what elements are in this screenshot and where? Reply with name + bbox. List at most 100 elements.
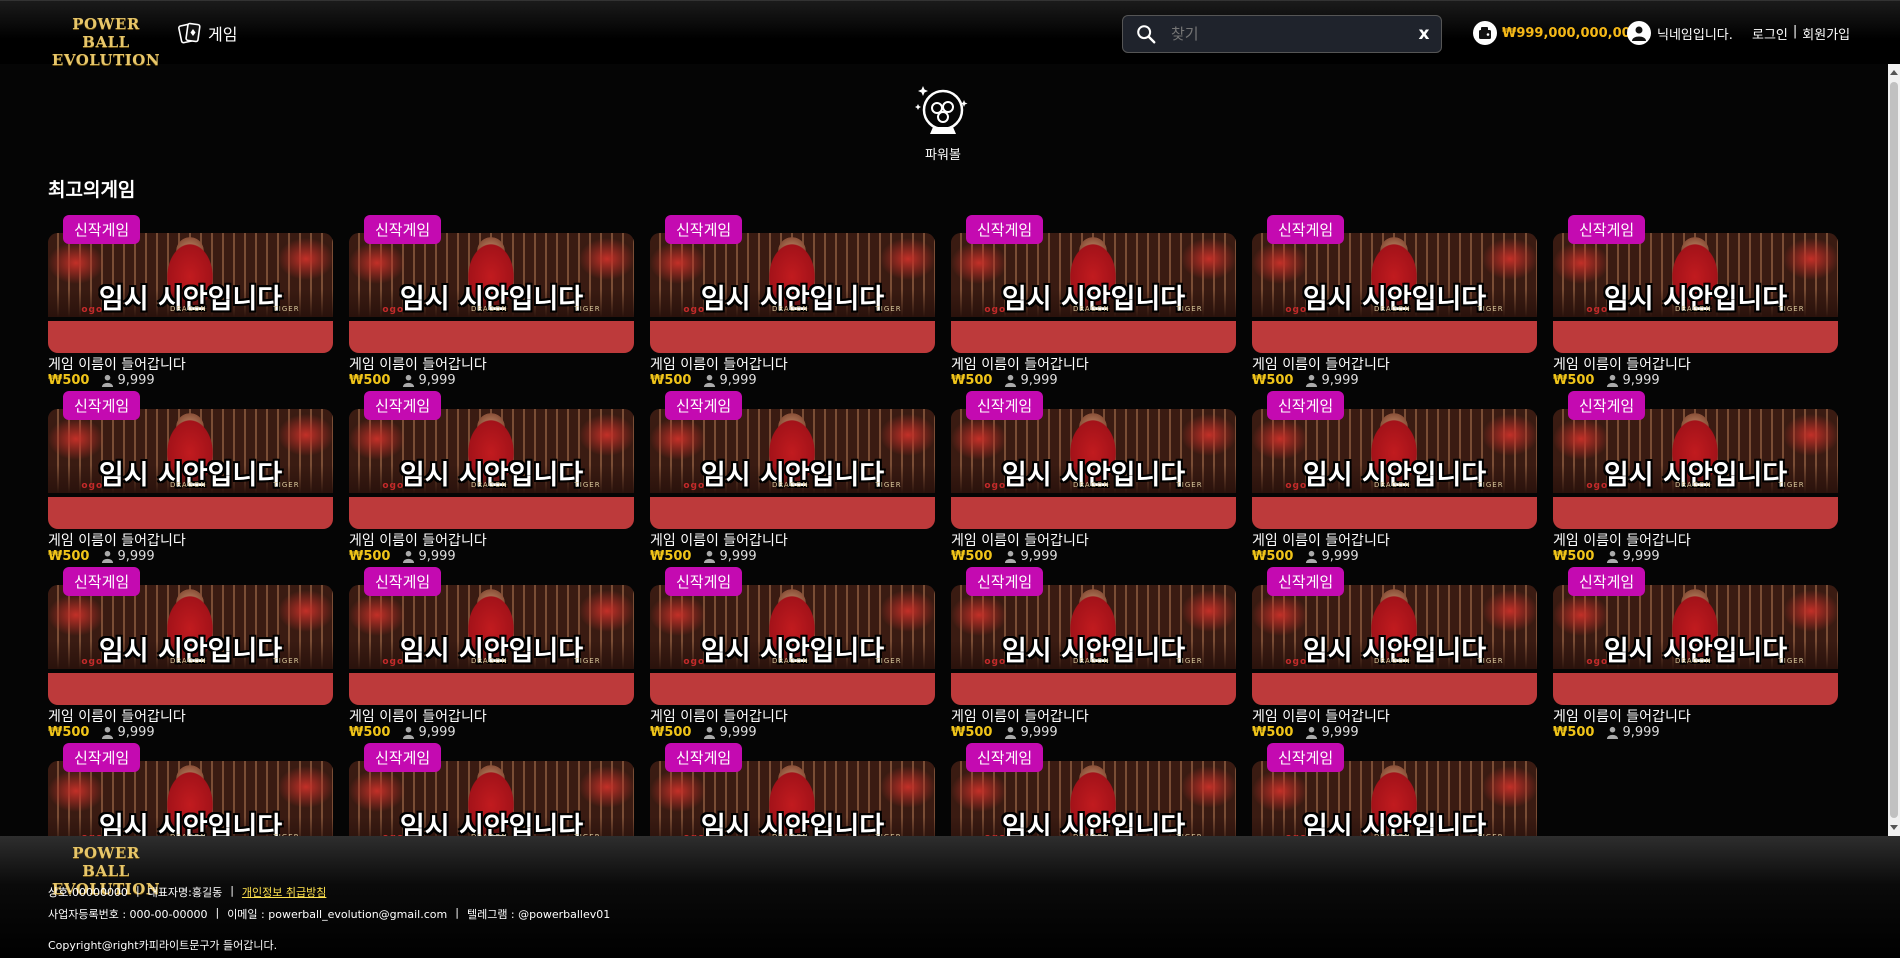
game-card[interactable]: 신작게임 임시 시안입니다 ogo DRAGON TIGER 게임 이름이 들어… xyxy=(48,567,333,740)
game-card[interactable]: 신작게임 임시 시안입니다 ogo DRAGON TIGER 게임 이름이 들어… xyxy=(1553,391,1838,564)
game-name[interactable]: 게임 이름이 들어갑니다 xyxy=(48,706,186,726)
footer-logo-line-1: POWER BALL xyxy=(72,844,140,880)
game-thumbnail[interactable]: 임시 시안입니다 ogo DRAGON TIGER xyxy=(48,233,333,353)
game-name[interactable]: 게임 이름이 들어갑니다 xyxy=(951,530,1089,550)
auth-links: 로그인 | 회원가입 xyxy=(1752,24,1850,43)
game-card[interactable]: 신작게임 임시 시안입니다 ogo DRAGON TIGER 게임 이름이 들어… xyxy=(349,391,634,564)
game-thumbnail[interactable]: 임시 시안입니다 ogo DRAGON TIGER xyxy=(48,761,333,836)
game-thumbnail[interactable]: 임시 시안입니다 ogo DRAGON TIGER xyxy=(650,761,935,836)
game-card[interactable]: 신작게임 임시 시안입니다 ogo DRAGON TIGER 게임 이름이 들어… xyxy=(349,567,634,740)
powerball-category[interactable]: 파워볼 xyxy=(912,80,974,163)
game-name[interactable]: 게임 이름이 들어갑니다 xyxy=(1553,706,1691,726)
user-profile[interactable]: 닉네임입니다. xyxy=(1627,21,1733,45)
game-thumbnail[interactable]: 임시 시안입니다 ogo DRAGON TIGER xyxy=(1252,585,1537,705)
thumbnail-caption: ogo DRAGON TIGER xyxy=(650,657,935,667)
game-card[interactable]: 신작게임 임시 시안입니다 ogo DRAGON TIGER 게임 이름이 들어… xyxy=(48,743,333,836)
game-name[interactable]: 게임 이름이 들어갑니다 xyxy=(349,530,487,550)
thumbnail-caption-mid1: DRAGON xyxy=(470,305,508,313)
search-clear-button[interactable]: x xyxy=(1407,24,1441,44)
scroll-down-arrow-icon[interactable] xyxy=(1890,825,1898,830)
search-input[interactable] xyxy=(1171,25,1407,43)
game-name[interactable]: 게임 이름이 들어갑니다 xyxy=(1252,530,1390,550)
game-thumbnail[interactable]: 임시 시안입니다 ogo DRAGON TIGER xyxy=(951,409,1236,529)
game-thumbnail[interactable]: 임시 시안입니다 ogo DRAGON TIGER xyxy=(349,761,634,836)
game-card[interactable]: 신작게임 임시 시안입니다 ogo DRAGON TIGER 게임 이름이 들어… xyxy=(650,743,935,836)
thumbnail-red-bar xyxy=(650,321,935,353)
game-name[interactable]: 게임 이름이 들어갑니다 xyxy=(349,706,487,726)
game-name[interactable]: 게임 이름이 들어갑니다 xyxy=(1553,354,1691,374)
game-name[interactable]: 게임 이름이 들어갑니다 xyxy=(349,354,487,374)
scroll-up-arrow-icon[interactable] xyxy=(1890,70,1898,75)
game-card[interactable]: 신작게임 임시 시안입니다 ogo DRAGON TIGER 게임 이름이 들어… xyxy=(951,215,1236,388)
game-name[interactable]: 게임 이름이 들어갑니다 xyxy=(650,530,788,550)
game-price: ₩500 xyxy=(349,373,391,388)
game-thumbnail[interactable]: 임시 시안입니다 ogo DRAGON TIGER xyxy=(1553,409,1838,529)
game-price: ₩500 xyxy=(951,549,993,564)
game-meta: ₩500 9,999 xyxy=(349,549,456,564)
page-scrollbar[interactable] xyxy=(1888,64,1900,836)
game-thumbnail[interactable]: 임시 시안입니다 ogo DRAGON TIGER xyxy=(349,585,634,705)
games-scroll-area[interactable]: 신작게임 임시 시안입니다 ogo DRAGON TIGER 게임 이름이 들어… xyxy=(0,215,1900,836)
nav-games[interactable]: 게임 xyxy=(178,21,237,45)
game-thumbnail[interactable]: 임시 시안입니다 ogo DRAGON TIGER xyxy=(48,585,333,705)
thumbnail-caption-mid2: TIGER xyxy=(274,833,300,836)
game-card[interactable]: 신작게임 임시 시안입니다 ogo DRAGON TIGER 게임 이름이 들어… xyxy=(1553,567,1838,740)
game-name[interactable]: 게임 이름이 들어갑니다 xyxy=(1252,706,1390,726)
game-card[interactable]: 신작게임 임시 시안입니다 ogo DRAGON TIGER 게임 이름이 들어… xyxy=(349,743,634,836)
game-thumbnail[interactable]: 임시 시안입니다 ogo DRAGON TIGER xyxy=(1252,233,1537,353)
game-thumbnail[interactable]: 임시 시안입니다 ogo DRAGON TIGER xyxy=(951,761,1236,836)
game-thumbnail[interactable]: 임시 시안입니다 ogo DRAGON TIGER xyxy=(349,409,634,529)
game-card[interactable]: 신작게임 임시 시안입니다 ogo DRAGON TIGER 게임 이름이 들어… xyxy=(1252,215,1537,388)
login-link[interactable]: 로그인 xyxy=(1752,24,1788,43)
new-game-badge: 신작게임 xyxy=(966,743,1044,772)
thumbnail-caption: ogo DRAGON TIGER xyxy=(1553,481,1838,491)
wallet-balance[interactable]: ₩999,000,000,000 xyxy=(1473,21,1640,45)
thumbnail-caption-mid2: TIGER xyxy=(574,481,601,489)
scrollbar-thumb[interactable] xyxy=(1890,82,1898,818)
game-card[interactable]: 신작게임 임시 시안입니다 ogo DRAGON TIGER 게임 이름이 들어… xyxy=(650,215,935,388)
game-card[interactable]: 신작게임 임시 시안입니다 ogo DRAGON TIGER 게임 이름이 들어… xyxy=(349,215,634,388)
game-card[interactable]: 신작게임 임시 시안입니다 ogo DRAGON TIGER 게임 이름이 들어… xyxy=(48,391,333,564)
footer-email: 이메일 : powerball_evolution@gmail.com xyxy=(227,908,448,921)
game-thumbnail[interactable]: 임시 시안입니다 ogo DRAGON TIGER xyxy=(650,409,935,529)
thumbnail-caption-mid2: TIGER xyxy=(1477,305,1504,313)
game-name[interactable]: 게임 이름이 들어갑니다 xyxy=(650,706,788,726)
site-logo[interactable]: POWER BALL EVOLUTION xyxy=(46,15,166,69)
game-card[interactable]: 신작게임 임시 시안입니다 ogo DRAGON TIGER 게임 이름이 들어… xyxy=(1252,567,1537,740)
signup-link[interactable]: 회원가입 xyxy=(1802,24,1850,43)
privacy-policy-link[interactable]: 개인정보 취급방침 xyxy=(242,884,326,900)
game-card[interactable]: 신작게임 임시 시안입니다 ogo DRAGON TIGER 게임 이름이 들어… xyxy=(951,743,1236,836)
game-thumbnail[interactable]: 임시 시안입니다 ogo DRAGON TIGER xyxy=(650,585,935,705)
game-card[interactable]: 신작게임 임시 시안입니다 ogo DRAGON TIGER 게임 이름이 들어… xyxy=(650,567,935,740)
game-name[interactable]: 게임 이름이 들어갑니다 xyxy=(1553,530,1691,550)
thumbnail-caption-mid1: DRAGON xyxy=(170,833,207,836)
game-thumbnail[interactable]: 임시 시안입니다 ogo DRAGON TIGER xyxy=(48,409,333,529)
game-thumbnail[interactable]: 임시 시안입니다 ogo DRAGON TIGER xyxy=(951,585,1236,705)
search-icon[interactable] xyxy=(1135,23,1157,45)
game-card[interactable]: 신작게임 임시 시안입니다 ogo DRAGON TIGER 게임 이름이 들어… xyxy=(951,391,1236,564)
game-thumbnail[interactable]: 임시 시안입니다 ogo DRAGON TIGER xyxy=(1553,585,1838,705)
game-price: ₩500 xyxy=(650,549,692,564)
game-name[interactable]: 게임 이름이 들어갑니다 xyxy=(48,354,186,374)
game-card[interactable]: 신작게임 임시 시안입니다 ogo DRAGON TIGER 게임 이름이 들어… xyxy=(1553,215,1838,388)
game-name[interactable]: 게임 이름이 들어갑니다 xyxy=(951,706,1089,726)
game-card[interactable]: 신작게임 임시 시안입니다 ogo DRAGON TIGER 게임 이름이 들어… xyxy=(650,391,935,564)
game-thumbnail[interactable]: 임시 시안입니다 ogo DRAGON TIGER xyxy=(951,233,1236,353)
game-thumbnail[interactable]: 임시 시안입니다 ogo DRAGON TIGER xyxy=(1252,409,1537,529)
game-thumbnail[interactable]: 임시 시안입니다 ogo DRAGON TIGER xyxy=(349,233,634,353)
game-thumbnail[interactable]: 임시 시안입니다 ogo DRAGON TIGER xyxy=(1553,233,1838,353)
thumbnail-caption-mid2: TIGER xyxy=(1478,833,1504,836)
game-card[interactable]: 신작게임 임시 시안입니다 ogo DRAGON TIGER 게임 이름이 들어… xyxy=(1252,743,1537,836)
game-card[interactable]: 신작게임 임시 시안입니다 ogo DRAGON TIGER 게임 이름이 들어… xyxy=(1252,391,1537,564)
thumbnail-caption-left: ogo xyxy=(382,833,404,836)
game-card[interactable]: 신작게임 임시 시안입니다 ogo DRAGON TIGER 게임 이름이 들어… xyxy=(951,567,1236,740)
thumbnail-caption-mid2: TIGER xyxy=(1176,481,1203,489)
game-card[interactable]: 신작게임 임시 시안입니다 ogo DRAGON TIGER 게임 이름이 들어… xyxy=(48,215,333,388)
game-thumbnail[interactable]: 임시 시안입니다 ogo DRAGON TIGER xyxy=(1252,761,1537,836)
game-name[interactable]: 게임 이름이 들어갑니다 xyxy=(951,354,1089,374)
game-name[interactable]: 게임 이름이 들어갑니다 xyxy=(1252,354,1390,374)
game-name[interactable]: 게임 이름이 들어갑니다 xyxy=(48,530,186,550)
game-thumbnail[interactable]: 임시 시안입니다 ogo DRAGON TIGER xyxy=(650,233,935,353)
thumbnail-caption-mid1: DRAGON xyxy=(772,833,809,836)
game-name[interactable]: 게임 이름이 들어갑니다 xyxy=(650,354,788,374)
